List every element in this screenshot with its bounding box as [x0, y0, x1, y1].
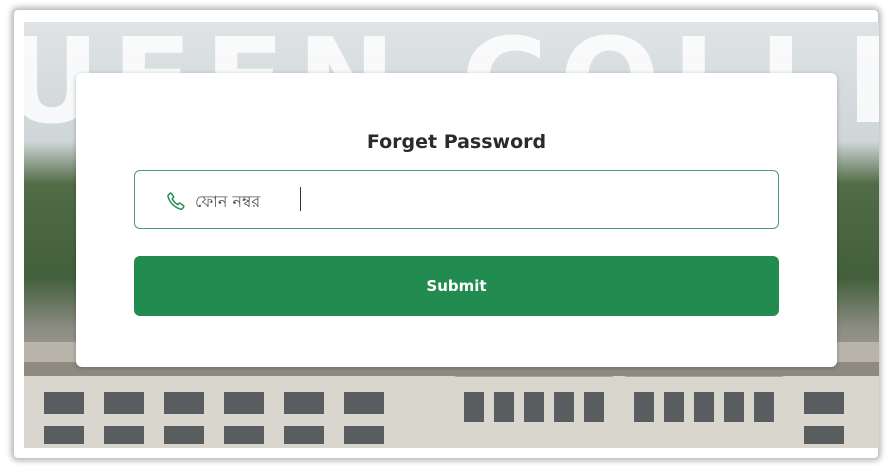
phone-icon [167, 192, 185, 210]
text-caret [300, 187, 301, 211]
page-title: Forget Password [366, 131, 547, 153]
phone-field[interactable] [134, 170, 779, 229]
forget-password-card: Forget Password Submit [76, 73, 837, 367]
phone-input[interactable] [193, 183, 757, 219]
submit-button[interactable]: Submit [134, 256, 779, 316]
